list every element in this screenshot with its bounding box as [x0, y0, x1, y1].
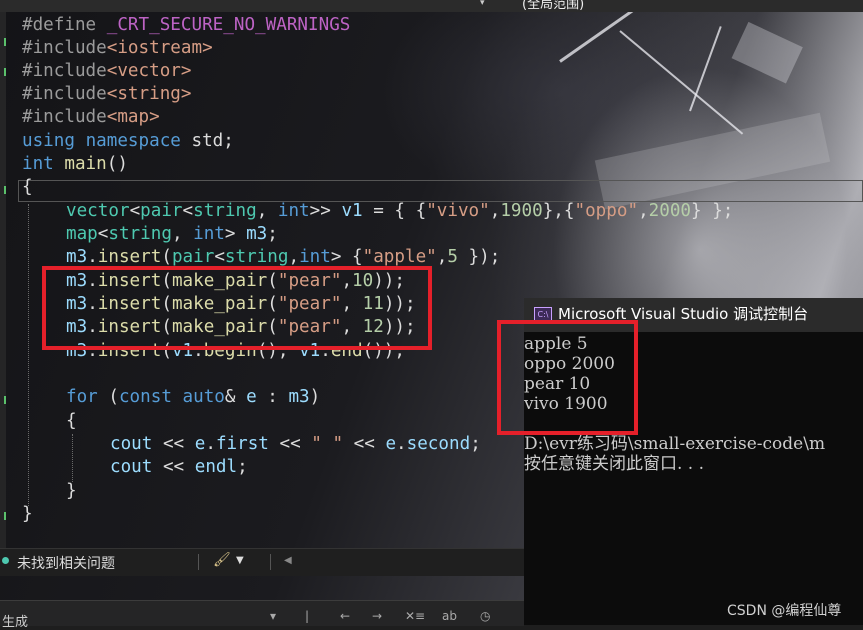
change-indicator: [4, 512, 6, 520]
arrow-left-icon[interactable]: ←: [340, 609, 350, 623]
code-line-8: {: [22, 177, 33, 197]
code-line-6: using namespace std;: [22, 131, 234, 151]
status-ok-icon: [2, 557, 9, 564]
console-output-line: 按任意键关闭此窗口. . .: [524, 454, 705, 474]
change-indicator: [4, 68, 6, 76]
code-line-10: map<string, int> m3;: [66, 224, 278, 244]
divider-icon: |: [305, 609, 310, 623]
arrow-right-icon[interactable]: →: [372, 609, 382, 623]
code-line-18: {: [66, 411, 77, 431]
chevron-down-icon[interactable]: ▼: [236, 555, 244, 566]
code-line-21: }: [66, 481, 77, 501]
code-line-19: cout << e.first << " " << e.second;: [110, 434, 481, 454]
code-line-4: #include<string>: [22, 84, 192, 104]
scope-dropdown-arrow[interactable]: ▾: [480, 0, 485, 8]
code-line-3: #include<vector>: [22, 61, 192, 81]
word-wrap-icon[interactable]: ab: [442, 609, 457, 623]
change-indicator: [4, 396, 6, 404]
divider: [198, 554, 199, 570]
clock-icon[interactable]: ◷: [480, 609, 490, 623]
indent-guide: [72, 434, 73, 482]
change-indicator: [4, 186, 6, 194]
highlight-box-code: [42, 266, 432, 350]
output-source-label[interactable]: 生成: [2, 611, 28, 630]
scroll-left-icon[interactable]: ◀: [284, 555, 292, 566]
scope-selector[interactable]: (全局范围): [522, 0, 584, 12]
code-line-17: for (const auto& e : m3): [66, 387, 321, 407]
divider: [270, 554, 271, 570]
code-line-2: #include<iostream>: [22, 38, 213, 58]
code-line-1: #define _CRT_SECURE_NO_WARNINGS: [22, 15, 351, 35]
top-toolbar: ▾ (全局范围): [0, 0, 863, 12]
code-line-7: int main(): [22, 154, 128, 174]
console-output-line: D:\evr练习码\small-exercise-code\m: [524, 434, 826, 454]
issues-status[interactable]: 未找到相关问题: [17, 553, 115, 573]
indent-guide: [28, 204, 29, 506]
editor-status-bar: 未找到相关问题 🖌 ▼ ◀: [0, 548, 524, 576]
brush-icon[interactable]: 🖌: [213, 552, 231, 568]
change-indicator: [4, 38, 6, 46]
code-line-9: vector<pair<string, int>> v1 = { {"vivo"…: [66, 201, 734, 221]
editor-gutter: [0, 12, 6, 552]
chevron-down-icon[interactable]: ▾: [270, 609, 276, 623]
code-line-22: }: [22, 504, 33, 524]
current-line-highlight: [18, 180, 863, 202]
highlight-box-output: [497, 320, 638, 435]
clear-all-icon[interactable]: ✕≡: [405, 609, 425, 623]
csdn-watermark: CSDN @编程仙尊: [727, 603, 842, 619]
output-panel-header: 生成 ▾ | ← → ✕≡ ab ◷: [0, 600, 524, 630]
code-line-5: #include<map>: [22, 107, 160, 127]
code-line-20: cout << endl;: [110, 457, 248, 477]
